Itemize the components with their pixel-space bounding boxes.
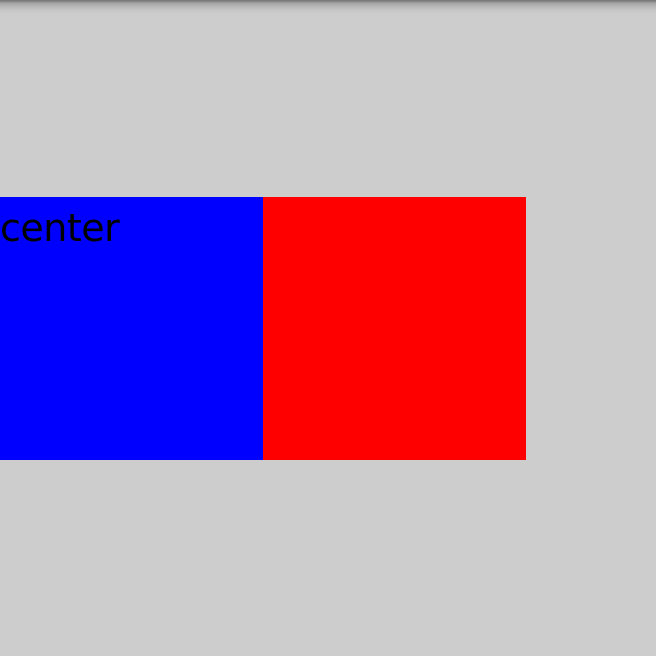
red-box	[263, 197, 526, 460]
box-row: center	[0, 197, 526, 460]
blue-box: center	[0, 197, 263, 460]
top-bar-shadow	[0, 0, 656, 14]
center-label: center	[0, 206, 120, 250]
